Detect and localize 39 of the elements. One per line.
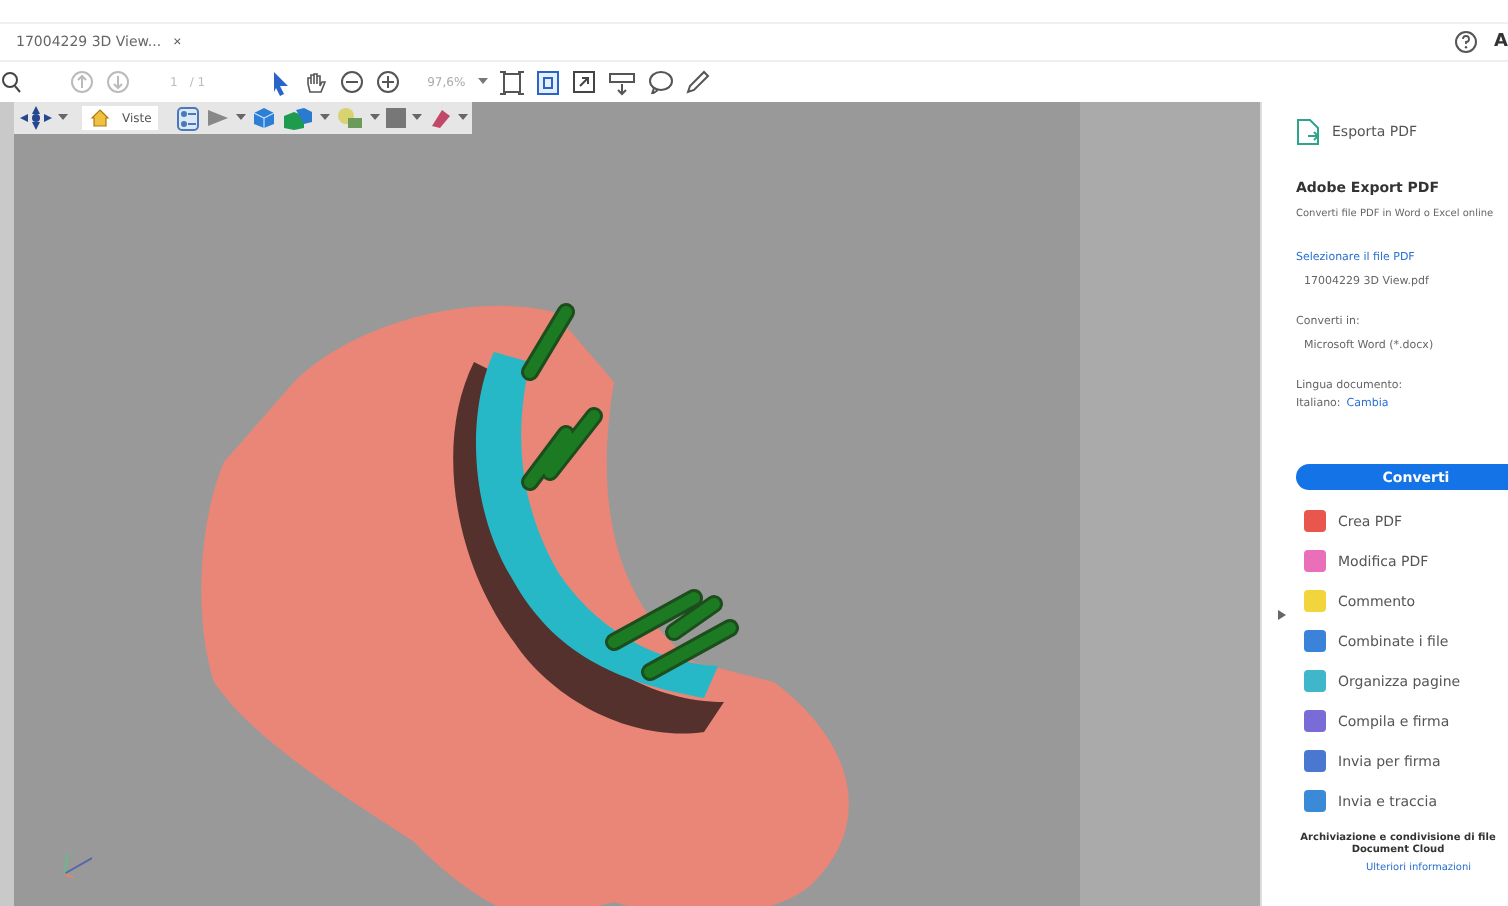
paint-icon[interactable]	[428, 106, 452, 130]
dropdown-caret-icon[interactable]	[370, 114, 380, 122]
search-icon[interactable]	[2, 70, 22, 94]
comment-icon[interactable]	[647, 70, 674, 94]
zoom-in-icon[interactable]	[375, 70, 400, 94]
tool-icon	[1304, 590, 1326, 612]
dropdown-caret-icon[interactable]	[58, 114, 68, 122]
zoom-out-icon[interactable]	[339, 70, 364, 94]
dropdown-caret-icon[interactable]	[320, 114, 330, 122]
shaded-cubes-icon[interactable]	[282, 106, 314, 130]
collapse-arrow-icon[interactable]	[1278, 610, 1286, 620]
cube-icon[interactable]	[252, 106, 276, 130]
dropdown-caret-icon[interactable]	[236, 114, 246, 122]
dropdown-caret-icon[interactable]	[412, 114, 422, 122]
home-icon	[90, 108, 110, 128]
fit-page-icon[interactable]	[499, 69, 524, 95]
dropdown-caret-icon[interactable]	[458, 114, 468, 122]
document-export-icon[interactable]	[1296, 118, 1320, 146]
account-initial[interactable]: A	[1494, 32, 1508, 52]
axes-icon	[62, 852, 92, 878]
hand-icon[interactable]	[301, 69, 328, 95]
tool-icon	[1304, 630, 1326, 652]
play-icon[interactable]	[206, 108, 230, 128]
tool-icon	[1304, 710, 1326, 732]
page-fit-icon[interactable]	[535, 69, 560, 95]
tool-icon	[1304, 750, 1326, 772]
help-icon[interactable]	[1454, 30, 1479, 54]
pen-icon[interactable]	[685, 70, 710, 94]
tool-icon	[1304, 510, 1326, 532]
dropdown-caret-icon[interactable]	[477, 78, 488, 86]
scroll-mode-icon[interactable]	[607, 69, 636, 95]
tool-icon	[1304, 550, 1326, 572]
tool-icon	[1304, 790, 1326, 812]
model-tree-icon[interactable]	[176, 105, 200, 131]
rotate-tool-icon[interactable]	[20, 106, 52, 130]
tool-icon	[1304, 670, 1326, 692]
lighting-icon[interactable]	[336, 106, 364, 130]
full-screen-icon[interactable]	[571, 70, 596, 94]
pointer-icon[interactable]	[269, 69, 290, 95]
